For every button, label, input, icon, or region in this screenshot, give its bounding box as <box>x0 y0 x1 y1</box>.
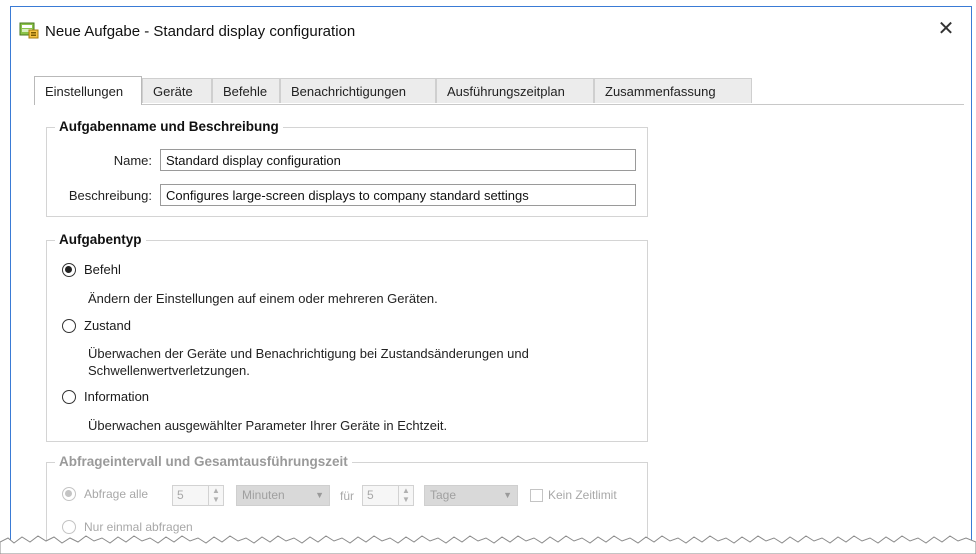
title-bar: Neue Aufgabe - Standard display configur… <box>11 7 971 49</box>
chevron-down-icon: ▼ <box>315 490 324 500</box>
poll-every-label: Abfrage alle <box>84 487 149 501</box>
tab-panel-border <box>34 104 964 105</box>
radio-poll-every[interactable]: Abfrage alle <box>62 487 148 501</box>
radio-information-label: Information <box>84 389 150 404</box>
for-label: für <box>340 489 355 503</box>
task-app-icon <box>19 21 39 39</box>
no-limit-checkbox[interactable] <box>530 489 543 502</box>
description-field[interactable] <box>160 184 636 206</box>
radio-zustand-indicator[interactable] <box>62 318 76 333</box>
polling-title: Abfrageintervall und Gesamtausführungsze… <box>55 454 352 469</box>
radio-information[interactable]: Information <box>62 389 149 404</box>
radio-information-indicator[interactable] <box>62 389 76 404</box>
task-info-title: Aufgabenname und Beschreibung <box>55 119 283 134</box>
interval-value: 5 <box>177 488 184 502</box>
tab-benachrichtigungen[interactable]: Benachrichtigungen <box>280 78 436 103</box>
no-limit-label: Kein Zeitlimit <box>548 488 617 502</box>
duration-unit-select[interactable]: Tage ▼ <box>424 485 518 506</box>
tab-ausfuehrungszeitplan[interactable]: Ausführungszeitplan <box>436 78 594 103</box>
window-title: Neue Aufgabe - Standard display configur… <box>45 23 356 40</box>
tab-einstellungen[interactable]: Einstellungen <box>34 76 142 105</box>
tab-zusammenfassung[interactable]: Zusammenfassung <box>594 78 752 103</box>
befehl-description: Ändern der Einstellungen auf einem oder … <box>88 291 438 306</box>
zustand-description: Überwachen der Geräte und Benachrichtigu… <box>88 346 529 378</box>
radio-befehl-label: Befehl <box>84 262 121 277</box>
radio-befehl-indicator[interactable] <box>62 262 76 277</box>
interval-stepper[interactable]: 5 ▲ ▼ <box>172 485 224 506</box>
duration-stepper[interactable]: 5 ▲ ▼ <box>362 485 414 506</box>
interval-unit-select[interactable]: Minuten ▼ <box>236 485 330 506</box>
task-type-title: Aufgabentyp <box>55 232 146 247</box>
interval-unit-value: Minuten <box>242 488 285 502</box>
torn-edge-decoration <box>0 535 976 554</box>
stepper-arrows-icon[interactable]: ▲ ▼ <box>208 486 223 505</box>
tab-befehle[interactable]: Befehle <box>212 78 280 103</box>
chevron-down-icon: ▼ <box>503 490 512 500</box>
close-icon[interactable]: ✕ <box>931 15 961 43</box>
radio-poll-every-indicator[interactable] <box>62 487 76 501</box>
duration-unit-value: Tage <box>430 488 457 502</box>
name-field[interactable] <box>160 149 636 171</box>
description-label: Beschreibung: <box>68 188 152 203</box>
radio-befehl[interactable]: Befehl <box>62 262 121 277</box>
task-type-group: Aufgabentyp <box>46 232 648 442</box>
information-description: Überwachen ausgewählter Parameter Ihrer … <box>88 418 448 433</box>
duration-value: 5 <box>367 488 374 502</box>
name-label: Name: <box>113 153 152 168</box>
stepper-arrows-icon[interactable]: ▲ ▼ <box>398 486 413 505</box>
radio-zustand[interactable]: Zustand <box>62 318 131 333</box>
radio-zustand-label: Zustand <box>84 318 131 333</box>
tab-geraete[interactable]: Geräte <box>142 78 212 103</box>
